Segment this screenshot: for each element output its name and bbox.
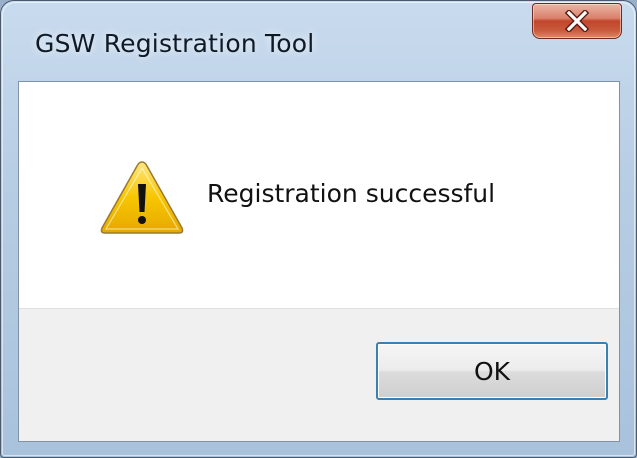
message-text: Registration successful — [207, 179, 496, 208]
dialog-window: GSW Registration Tool Registration succe… — [0, 0, 637, 458]
ok-button[interactable]: OK — [376, 342, 608, 400]
close-button[interactable] — [532, 3, 622, 39]
dialog-client-area: Registration successful OK — [18, 81, 620, 442]
window-title: GSW Registration Tool — [35, 29, 315, 58]
button-area: OK — [19, 308, 619, 441]
title-bar[interactable]: GSW Registration Tool — [1, 1, 636, 81]
message-area: Registration successful — [19, 82, 619, 308]
close-icon — [564, 10, 590, 32]
warning-icon — [100, 161, 184, 234]
